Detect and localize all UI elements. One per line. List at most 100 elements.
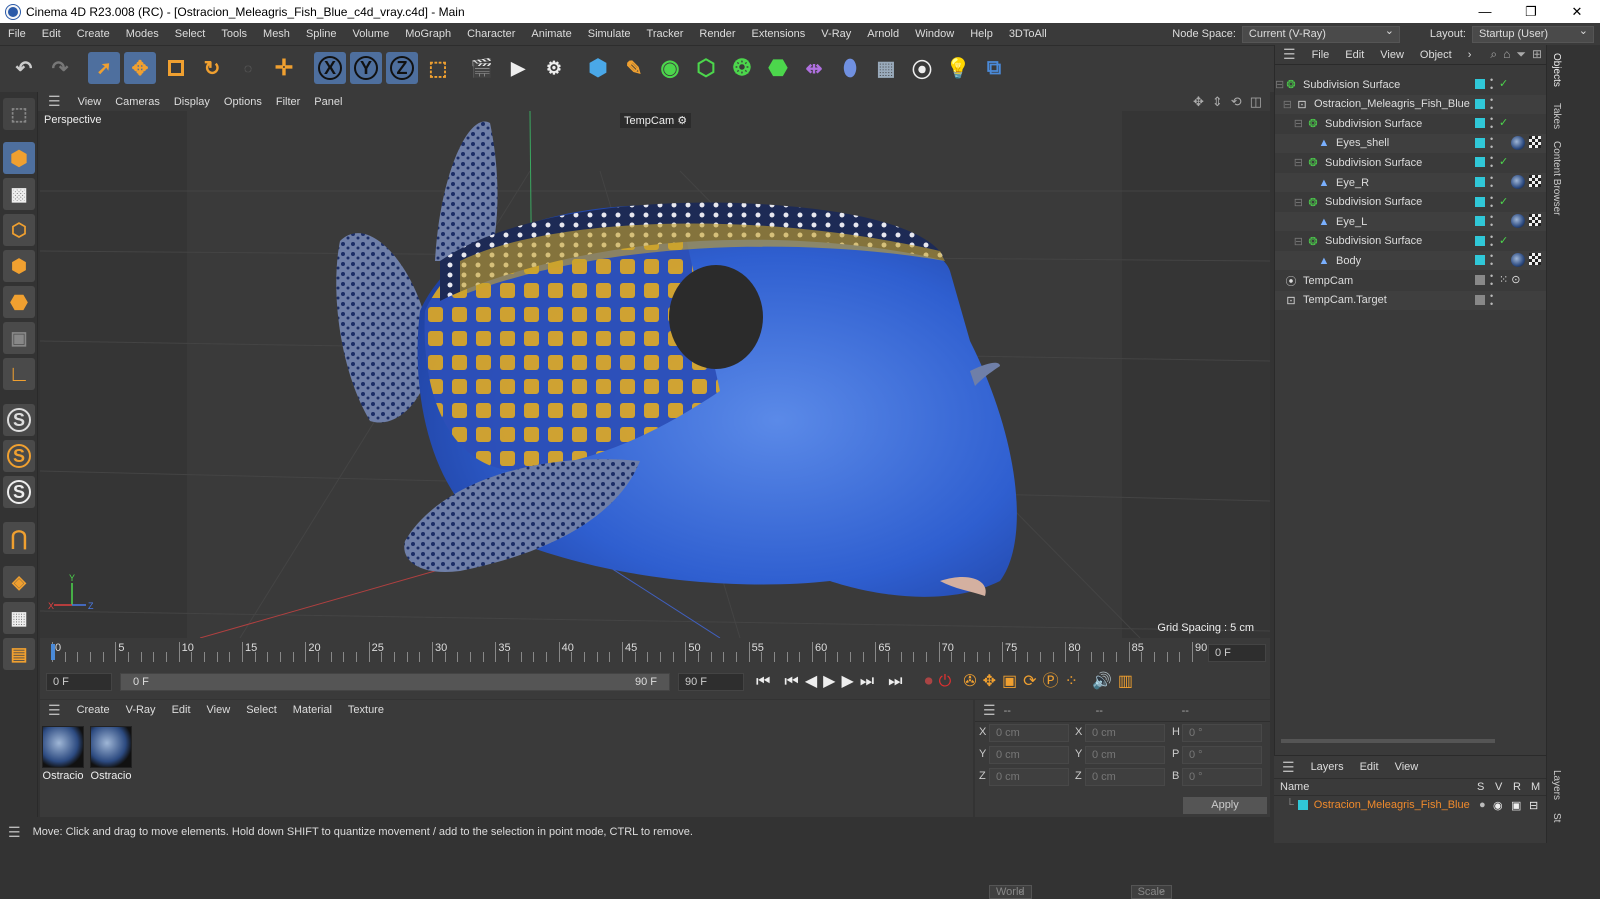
playhead[interactable] <box>51 644 55 660</box>
magnet-icon[interactable]: ⋂ <box>3 522 35 554</box>
uv-mode-icon[interactable]: ▣ <box>3 322 35 354</box>
tab-objects[interactable]: Objects <box>1551 53 1562 87</box>
object-row[interactable]: ⊟ ❂ Subdivision Surface • • ✓ <box>1275 193 1547 212</box>
keyframe-selection-icon[interactable]: ✇ <box>963 670 976 694</box>
material-menu-view[interactable]: View <box>199 704 239 716</box>
preview-range-slider[interactable]: 0 F 90 F <box>120 673 670 691</box>
start-frame-field[interactable]: 0 F <box>46 673 112 691</box>
tree-expander-icon[interactable]: ⊟ <box>1275 196 1305 209</box>
make-editable-icon[interactable]: ⬚ <box>3 98 35 130</box>
material-item[interactable]: Ostracio <box>42 726 84 782</box>
visibility-dots-icon[interactable]: • • <box>1490 252 1493 269</box>
hamburger-icon[interactable]: ☰ <box>38 93 71 110</box>
material-tag-icon[interactable] <box>1511 253 1525 268</box>
play-icon[interactable]: ▶ <box>823 670 835 694</box>
menu-create[interactable]: Create <box>69 23 118 45</box>
redo-icon[interactable]: ↷ <box>44 52 76 84</box>
node-space-select[interactable]: Current (V-Ray) <box>1241 24 1400 43</box>
layout-select[interactable]: Startup (User) <box>1472 24 1594 43</box>
objects-menu-more-icon[interactable]: › <box>1460 49 1480 61</box>
previous-frame-icon[interactable]: ◀ <box>805 670 817 694</box>
object-row[interactable]: ⊟ ❂ Subdivision Surface • • ✓ <box>1275 153 1547 172</box>
menu-animate[interactable]: Animate <box>523 23 579 45</box>
viewport-menu-display[interactable]: Display <box>167 96 217 108</box>
menu-select[interactable]: Select <box>167 23 214 45</box>
layer-color-swatch[interactable] <box>1297 800 1308 810</box>
menu-spline[interactable]: Spline <box>298 23 345 45</box>
deformer-icon[interactable]: ⇹ <box>798 52 830 84</box>
minimize-button[interactable]: — <box>1462 0 1508 23</box>
objects-menu-edit[interactable]: Edit <box>1337 49 1372 61</box>
snap-settings-icon[interactable]: S <box>3 440 35 472</box>
next-key-icon[interactable]: ⏭ <box>860 670 874 694</box>
object-row[interactable]: ▲ Eye_L • • <box>1275 212 1547 232</box>
material-menu-v-ray[interactable]: V-Ray <box>118 704 164 716</box>
layer-color-swatch[interactable] <box>1475 177 1485 187</box>
object-row[interactable]: ⊟ ❂ Subdivision Surface • • ✓ <box>1275 232 1547 251</box>
layer-color-swatch[interactable] <box>1475 294 1485 305</box>
enabled-check-icon[interactable]: ✓ <box>1499 77 1508 90</box>
menu-arnold[interactable]: Arnold <box>859 23 907 45</box>
layer-solo-icon[interactable]: ● <box>1479 799 1486 811</box>
render-settings-icon[interactable]: ⚙ <box>538 52 570 84</box>
enabled-check-icon[interactable]: ✓ <box>1499 155 1508 168</box>
menu-extensions[interactable]: Extensions <box>743 23 813 45</box>
objects-new-window-icon[interactable]: ⊞ <box>1532 47 1542 62</box>
object-row[interactable]: ⊟ ⊡ Ostracion_Meleagris_Fish_Blue • • <box>1275 94 1547 114</box>
layer-color-swatch[interactable] <box>1475 196 1485 207</box>
texture-tag-icon[interactable] <box>1529 214 1541 227</box>
visibility-dots-icon[interactable]: • • <box>1490 272 1493 289</box>
object-row[interactable]: ▲ Body • • <box>1275 251 1547 271</box>
snap-enable-icon[interactable]: S <box>3 476 35 508</box>
layer-color-swatch[interactable] <box>1475 157 1485 168</box>
layers-menu-layers[interactable]: Layers <box>1303 761 1352 773</box>
layer-color-swatch[interactable] <box>1475 235 1485 246</box>
material-menu-edit[interactable]: Edit <box>164 704 199 716</box>
cloner-icon[interactable]: ❂ <box>726 52 758 84</box>
menu-mesh[interactable]: Mesh <box>255 23 298 45</box>
layer-color-swatch[interactable] <box>1475 137 1485 148</box>
menu-character[interactable]: Character <box>459 23 523 45</box>
objects-h-scrollbar[interactable] <box>1281 739 1495 743</box>
texture-mode-icon[interactable]: ▩ <box>3 178 35 210</box>
rotation-key-icon[interactable]: ⟳ <box>1023 670 1036 694</box>
coord-value-field[interactable]: 0 cm <box>989 724 1069 742</box>
coord-value-field[interactable]: 0 ° <box>1182 746 1262 764</box>
viewport-menu-cameras[interactable]: Cameras <box>108 96 167 108</box>
x-axis-lock-icon[interactable]: X <box>314 52 346 84</box>
enabled-check-icon[interactable]: ✓ <box>1499 195 1508 208</box>
size-mode-select[interactable]: Scale <box>1130 885 1173 899</box>
layer-color-swatch[interactable] <box>1475 79 1485 89</box>
objects-menu-file[interactable]: File <box>1304 49 1338 61</box>
object-row[interactable]: ▲ Eyes_shell • • <box>1275 133 1547 153</box>
edges-mode-icon[interactable]: ⬢ <box>3 250 35 282</box>
target-tag-icon[interactable]: ⁙ ⊙ <box>1499 273 1521 286</box>
layer-manager-icon[interactable]: ⊟ <box>1529 799 1538 812</box>
close-button[interactable]: ✕ <box>1554 0 1600 23</box>
recent-tool-icon[interactable]: ◌ <box>232 52 264 84</box>
workplane-icon[interactable]: ◈ <box>3 566 35 598</box>
current-frame-field[interactable]: 0 F <box>1208 644 1266 662</box>
tab-structure[interactable]: St <box>1551 813 1562 822</box>
coord-value-field[interactable]: 0 ° <box>1182 768 1262 786</box>
render-picture-viewer-icon[interactable]: ▶ <box>502 52 534 84</box>
layer-render-icon[interactable]: ▣ <box>1511 799 1521 812</box>
points-mode-icon[interactable]: ⬡ <box>3 214 35 246</box>
polygons-mode-icon[interactable]: ⬣ <box>3 286 35 318</box>
enabled-check-icon[interactable]: ✓ <box>1499 116 1508 129</box>
material-menu-material[interactable]: Material <box>285 704 340 716</box>
menu-v-ray[interactable]: V-Ray <box>813 23 859 45</box>
menu-help[interactable]: Help <box>962 23 1001 45</box>
coord-value-field[interactable]: 0 cm <box>1085 724 1165 742</box>
tree-expander-icon[interactable]: ⊟ <box>1275 98 1294 111</box>
coordinate-space-select[interactable]: World <box>989 885 1032 899</box>
tree-expander-icon[interactable]: ⊟ <box>1275 156 1305 169</box>
layer-row[interactable]: └ Ostracion_Meleagris_Fish_Blue ● ◉ ▣ ⊟ <box>1274 796 1546 814</box>
material-menu-texture[interactable]: Texture <box>340 704 392 716</box>
zoom-view-icon[interactable]: ⇕ <box>1212 92 1223 111</box>
go-to-start-icon[interactable]: ⏮ <box>756 670 770 694</box>
texture-tag-icon[interactable] <box>1529 135 1541 148</box>
layer-color-swatch[interactable] <box>1475 255 1485 266</box>
tab-takes[interactable]: Takes <box>1551 103 1562 129</box>
enabled-check-icon[interactable]: ✓ <box>1499 234 1508 247</box>
